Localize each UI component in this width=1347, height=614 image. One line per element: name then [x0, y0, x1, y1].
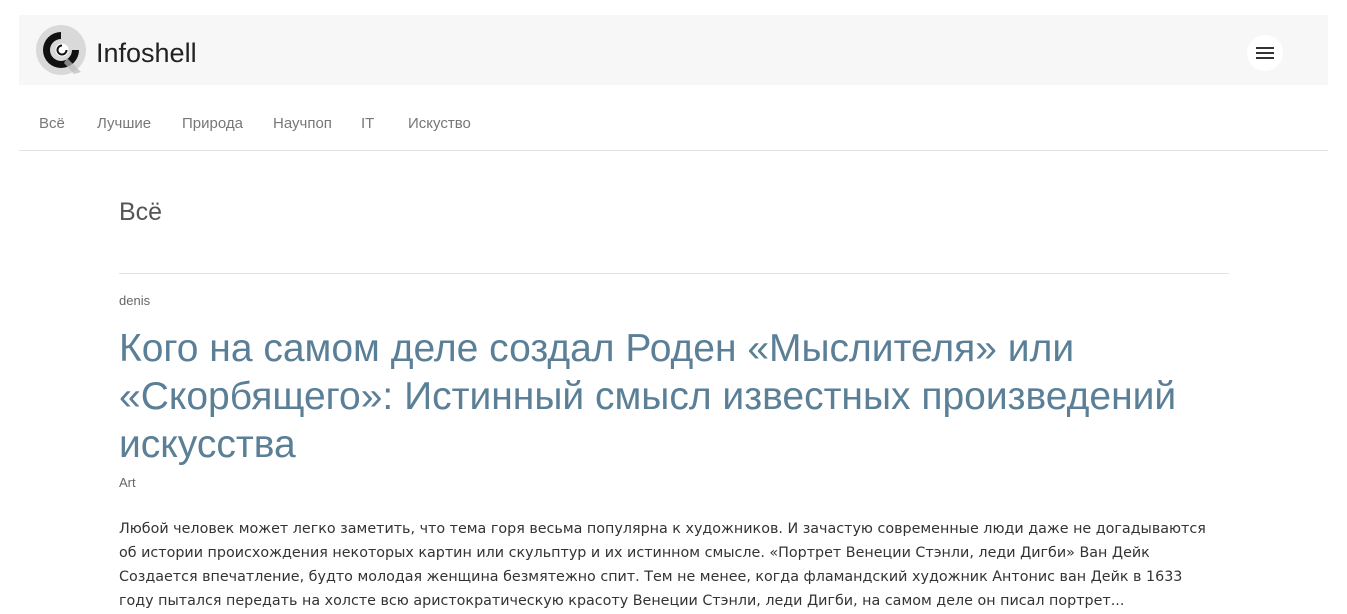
- category-nav: Всё Лучшие Природа Научпоп IT Искуство: [19, 100, 1328, 151]
- shell-icon[interactable]: [36, 25, 86, 75]
- post-category[interactable]: Art: [119, 475, 136, 490]
- post-excerpt: Любой человек может легко заметить, что …: [119, 521, 1206, 609]
- page: Infoshell Всё Лучшие Природа Научпоп IT …: [0, 0, 1347, 614]
- nav-item-popsci[interactable]: Научпоп: [273, 115, 332, 132]
- site-brand[interactable]: Infoshell: [96, 36, 197, 70]
- nav-item-art[interactable]: Искуство: [408, 115, 471, 132]
- hamburger-icon: [1256, 47, 1274, 59]
- site-header: Infoshell: [19, 15, 1328, 85]
- post-title-link[interactable]: Кого на самом деле создал Роден «Мыслите…: [119, 325, 1239, 469]
- page-title: Всё: [119, 198, 163, 226]
- divider: [119, 273, 1229, 274]
- nav-item-nature[interactable]: Природа: [182, 115, 243, 132]
- nav-item-all[interactable]: Всё: [39, 115, 65, 132]
- nav-item-it[interactable]: IT: [361, 115, 374, 132]
- nav-item-best[interactable]: Лучшие: [97, 115, 151, 132]
- post-author[interactable]: denis: [119, 293, 150, 308]
- menu-button[interactable]: [1247, 35, 1283, 71]
